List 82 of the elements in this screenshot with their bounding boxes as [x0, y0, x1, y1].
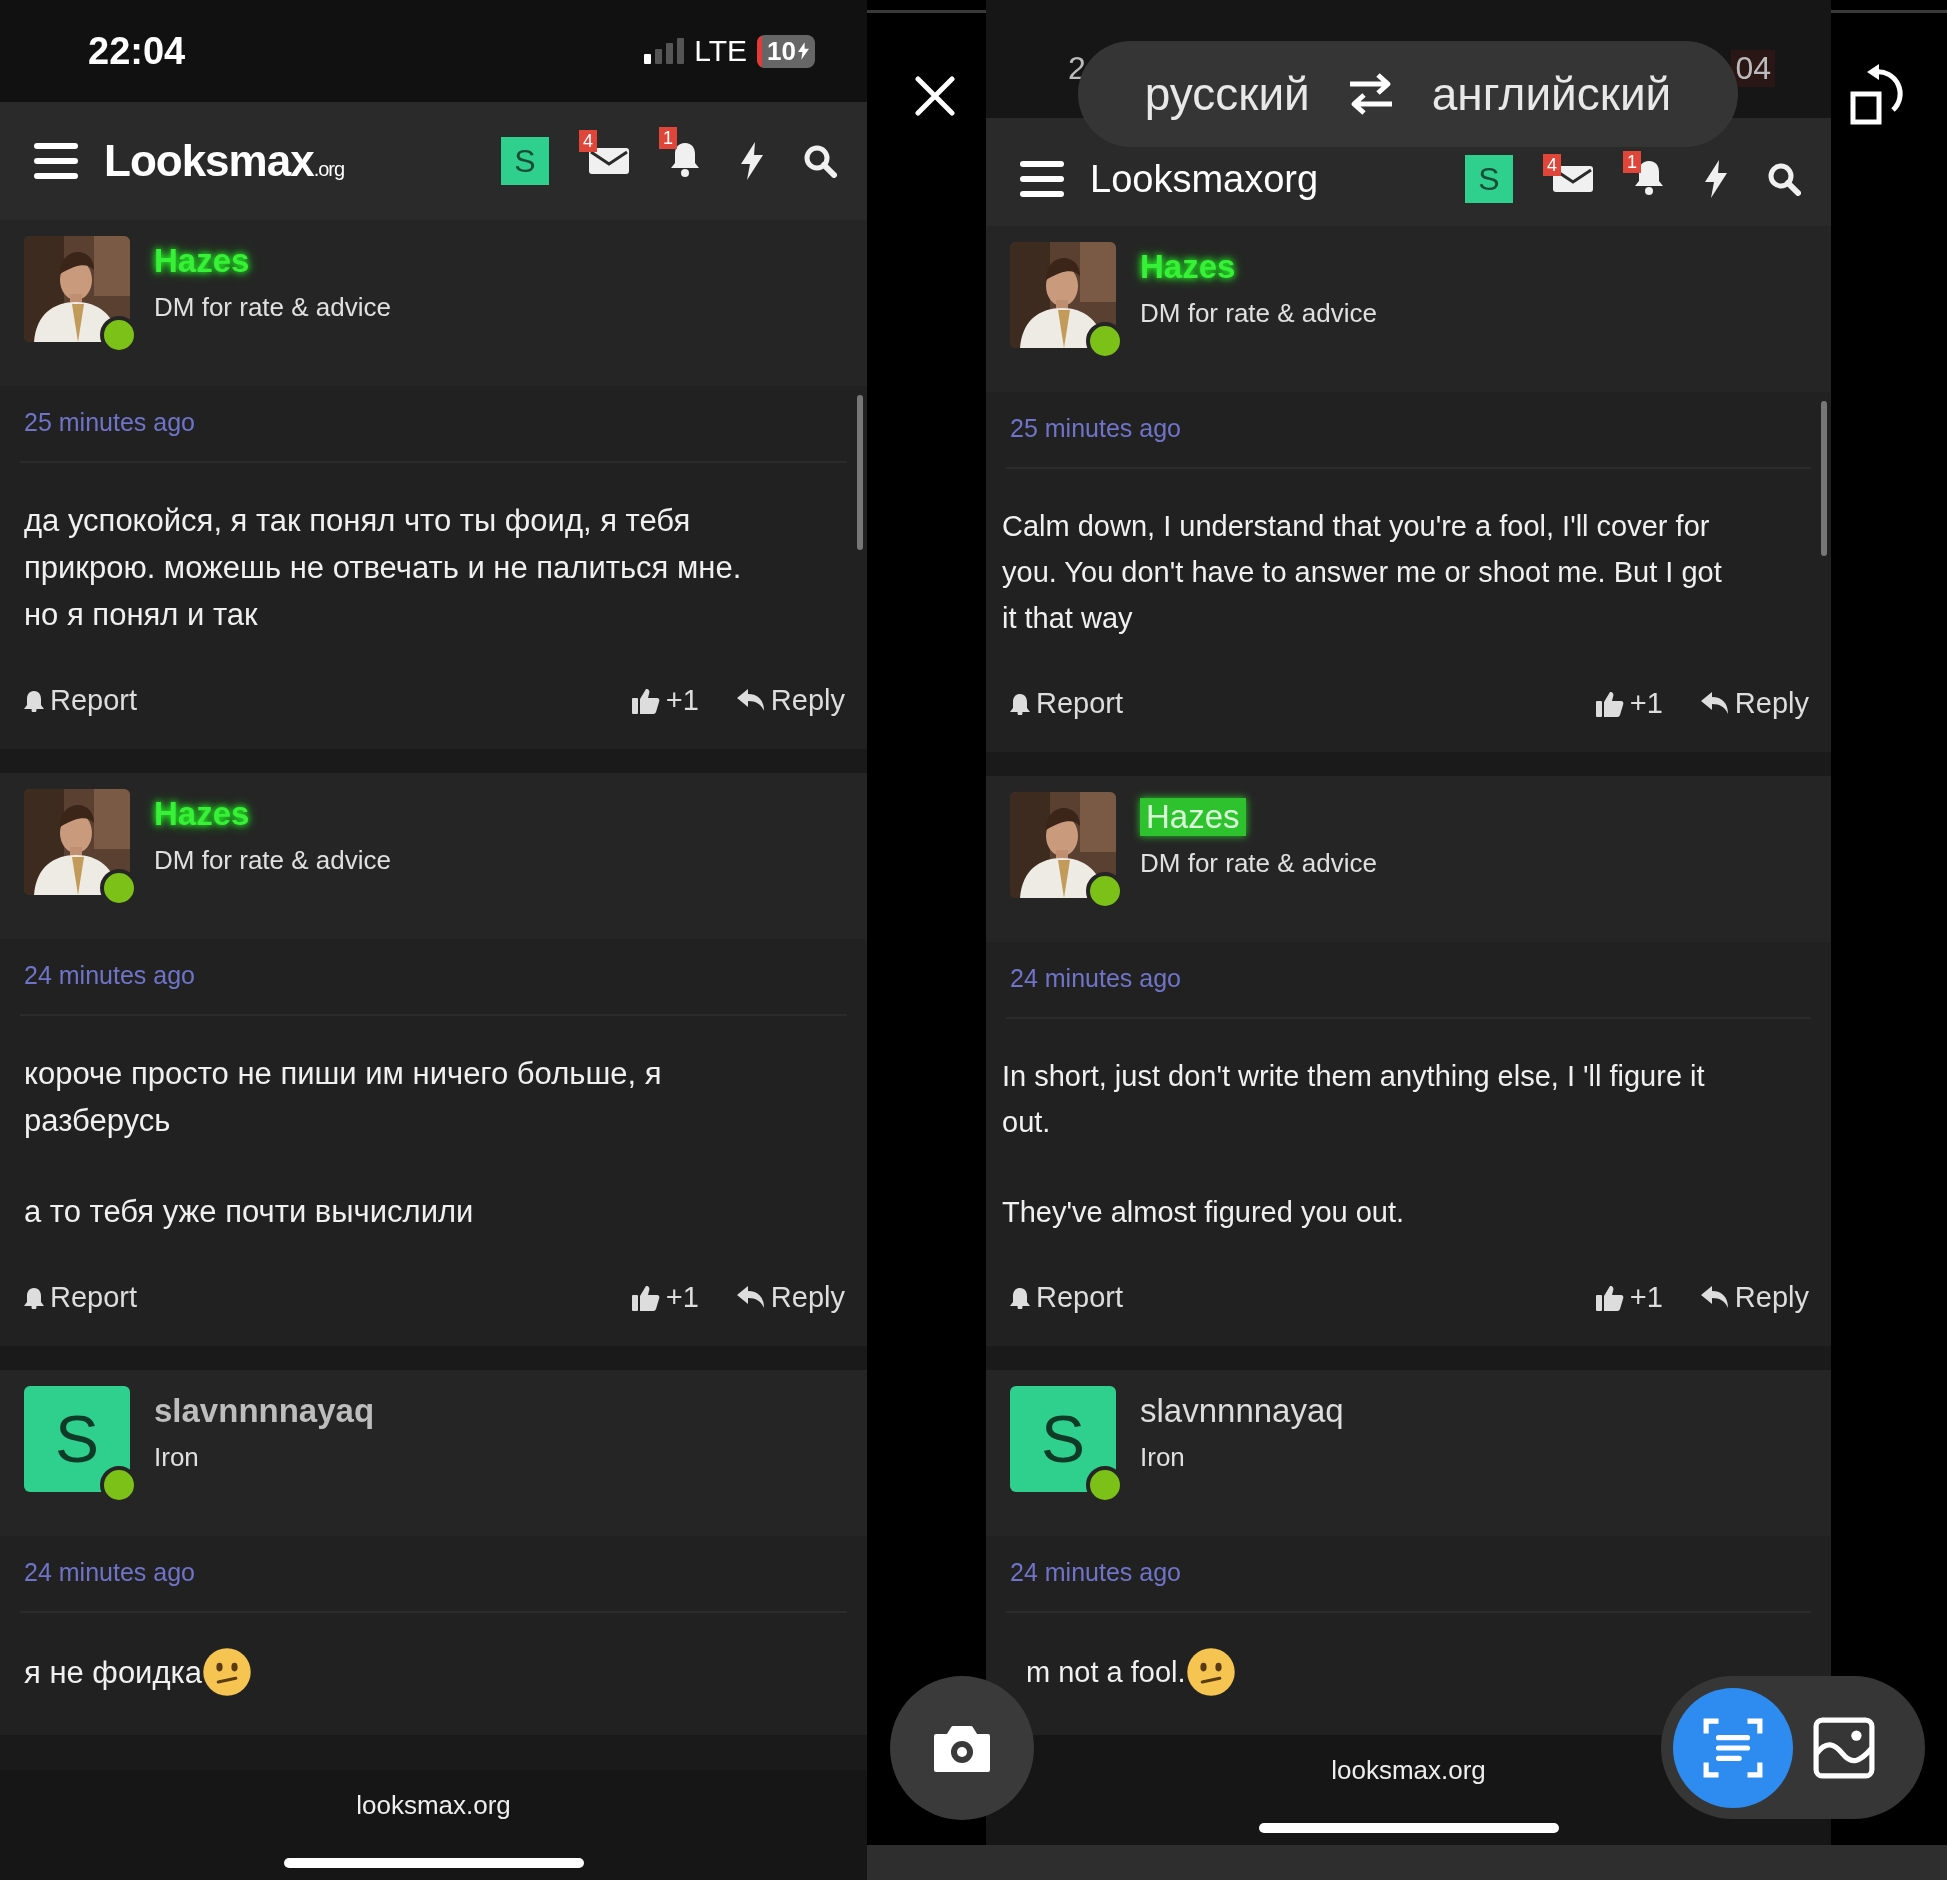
thumbs-up-icon [631, 686, 660, 715]
post-text: They've almost figured you out. [1002, 1195, 1405, 1230]
bell-icon [1010, 1286, 1030, 1309]
username[interactable]: slavnnnnayaq [154, 1392, 375, 1430]
scrollbar-thumb[interactable] [1821, 401, 1827, 556]
image-icon [1813, 1716, 1875, 1779]
like-button[interactable]: +1 [631, 678, 699, 723]
menu-icon[interactable] [1020, 161, 1064, 197]
notification-count: 4 [1543, 154, 1561, 176]
page-url[interactable]: looksmax.org [356, 1790, 511, 1821]
report-button[interactable]: Report [24, 1275, 138, 1320]
username[interactable]: slavnnnnayaq [1140, 1392, 1344, 1430]
post-text: а то тебя уже почти вычислили [24, 1193, 474, 1231]
target-language[interactable]: английский [1431, 67, 1672, 121]
reply-button[interactable]: Reply [1700, 1275, 1809, 1320]
search-icon[interactable] [803, 144, 837, 178]
user-title: DM for rate & advice [1140, 848, 1377, 879]
bell-icon [24, 689, 44, 712]
reply-button[interactable]: Reply [1700, 681, 1809, 726]
report-button[interactable]: Report [24, 678, 138, 723]
notification-count: 4 [579, 130, 597, 152]
report-button[interactable]: Report [1010, 681, 1124, 726]
scrollbar-thumb[interactable] [857, 395, 863, 550]
reply-icon [736, 688, 765, 713]
menu-icon[interactable] [34, 143, 78, 179]
like-button[interactable]: +1 [631, 1275, 699, 1320]
report-button[interactable]: Report [1010, 1275, 1124, 1320]
site-logo[interactable]: Looksmaxorg [1090, 157, 1319, 201]
reply-button[interactable]: Reply [736, 678, 845, 723]
battery-indicator: 04 [1731, 50, 1775, 87]
source-language[interactable]: русский [1144, 67, 1310, 121]
lightning-icon[interactable] [741, 142, 763, 180]
like-button[interactable]: +1 [1595, 681, 1663, 726]
post-time[interactable]: 24 minutes ago [24, 961, 195, 989]
battery-indicator: 10 [757, 34, 815, 68]
user-avatar: S [24, 1386, 130, 1492]
reply-icon [1700, 691, 1729, 716]
user-title: DM for rate & advice [1140, 298, 1377, 329]
charging-icon [798, 42, 809, 60]
reply-button[interactable]: Reply [736, 1275, 845, 1320]
reply-icon [736, 1285, 765, 1310]
thumbs-up-icon [631, 1283, 660, 1312]
post-time[interactable]: 24 minutes ago [1010, 964, 1181, 992]
post-text: Calm down, I understand that you're a fool, I'll cover for you. You don't have to answer me or shoot me. But I got it that way [1002, 509, 1723, 636]
thumbs-up-icon [1595, 1283, 1624, 1312]
user-title: DM for rate & advice [154, 845, 391, 876]
thumbs-up-icon [1595, 689, 1624, 718]
bell-icon [24, 1286, 44, 1309]
notification-count: 1 [659, 127, 677, 149]
post-time[interactable]: 24 minutes ago [1010, 1558, 1181, 1586]
page-url[interactable]: looksmax.org [1331, 1755, 1486, 1786]
user-title: DM for rate & advice [154, 292, 391, 323]
account-avatar[interactable]: S [1465, 155, 1513, 203]
close-icon[interactable] [915, 76, 955, 116]
camera-icon [932, 1724, 992, 1772]
gallery-button[interactable] [1813, 1716, 1875, 1779]
status-time: 22:04 [88, 29, 186, 73]
post-text: да успокойся, я так понял что ты фоид, я тебя прикрою. можешь не отвечать и не палиться мне. но я понял и так [24, 502, 743, 634]
post-text: короче просто не пиши им ничего больше, я разберусь [24, 1055, 663, 1140]
username[interactable]: Hazes [1140, 248, 1236, 286]
post-time[interactable]: 25 minutes ago [1010, 414, 1181, 442]
notification-count: 1 [1623, 151, 1641, 173]
reply-icon [1700, 1285, 1729, 1310]
user-title: Iron [154, 1442, 200, 1473]
post-time[interactable]: 24 minutes ago [24, 1558, 195, 1586]
lightning-icon[interactable] [1705, 160, 1727, 198]
bell-icon [1010, 692, 1030, 715]
user-avatar: S [1010, 1386, 1116, 1492]
signal-icon [644, 38, 685, 64]
text-scan-icon [1702, 1716, 1764, 1779]
search-icon[interactable] [1767, 162, 1801, 196]
post-time[interactable]: 25 minutes ago [24, 408, 195, 436]
username[interactable]: Hazes [154, 795, 250, 833]
like-button[interactable]: +1 [1595, 1275, 1663, 1320]
post-text: m not a fool. [1026, 1655, 1186, 1690]
network-label: LTE [694, 34, 748, 68]
post-text: In short, just don't write them anything else, I 'll figure it out. [1002, 1059, 1706, 1140]
user-title: Iron [1140, 1442, 1186, 1473]
username[interactable]: Hazes [154, 242, 250, 280]
account-avatar[interactable]: S [501, 137, 549, 185]
post-text: я не фоидка [24, 1653, 202, 1692]
site-logo[interactable]: Looksmax.org [104, 136, 345, 186]
